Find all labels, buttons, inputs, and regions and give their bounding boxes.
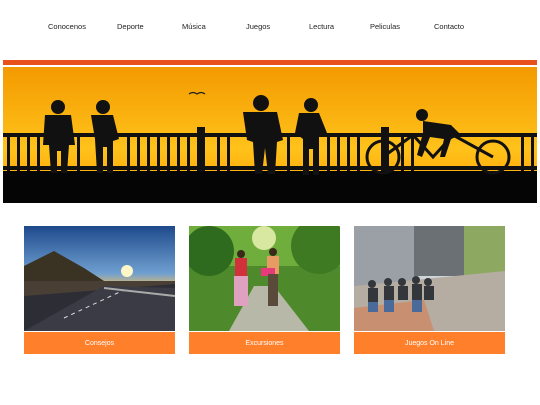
- hero-silhouette-image: [3, 67, 537, 203]
- couple-walking-forest-photo: [189, 226, 340, 331]
- nav-item-juegos[interactable]: Juegos: [246, 22, 270, 31]
- nav-item-musica[interactable]: Música: [182, 22, 206, 31]
- nav-item-lectura[interactable]: Lectura: [309, 22, 334, 31]
- nav-item-conocenos[interactable]: Conocenos: [48, 22, 86, 31]
- teens-sitting-street-photo: [354, 226, 505, 331]
- card-consejos[interactable]: Consejos: [24, 226, 175, 354]
- top-navigation: Conocenos Deporte Música Juegos Lectura …: [0, 0, 540, 52]
- road-sunset-photo: [24, 226, 175, 331]
- nav-item-contacto[interactable]: Contacto: [434, 22, 464, 31]
- card-label[interactable]: Juegos On Line: [354, 332, 505, 354]
- nav-item-deporte[interactable]: Deporte: [117, 22, 144, 31]
- card-excursiones[interactable]: Excursiones: [189, 226, 340, 354]
- card-label[interactable]: Excursiones: [189, 332, 340, 354]
- nav-item-peliculas[interactable]: Peliculas: [370, 22, 400, 31]
- accent-divider: [3, 60, 537, 65]
- card-juegos-online[interactable]: Juegos On Line: [354, 226, 505, 354]
- card-label[interactable]: Consejos: [24, 332, 175, 354]
- hero-banner: [3, 67, 537, 203]
